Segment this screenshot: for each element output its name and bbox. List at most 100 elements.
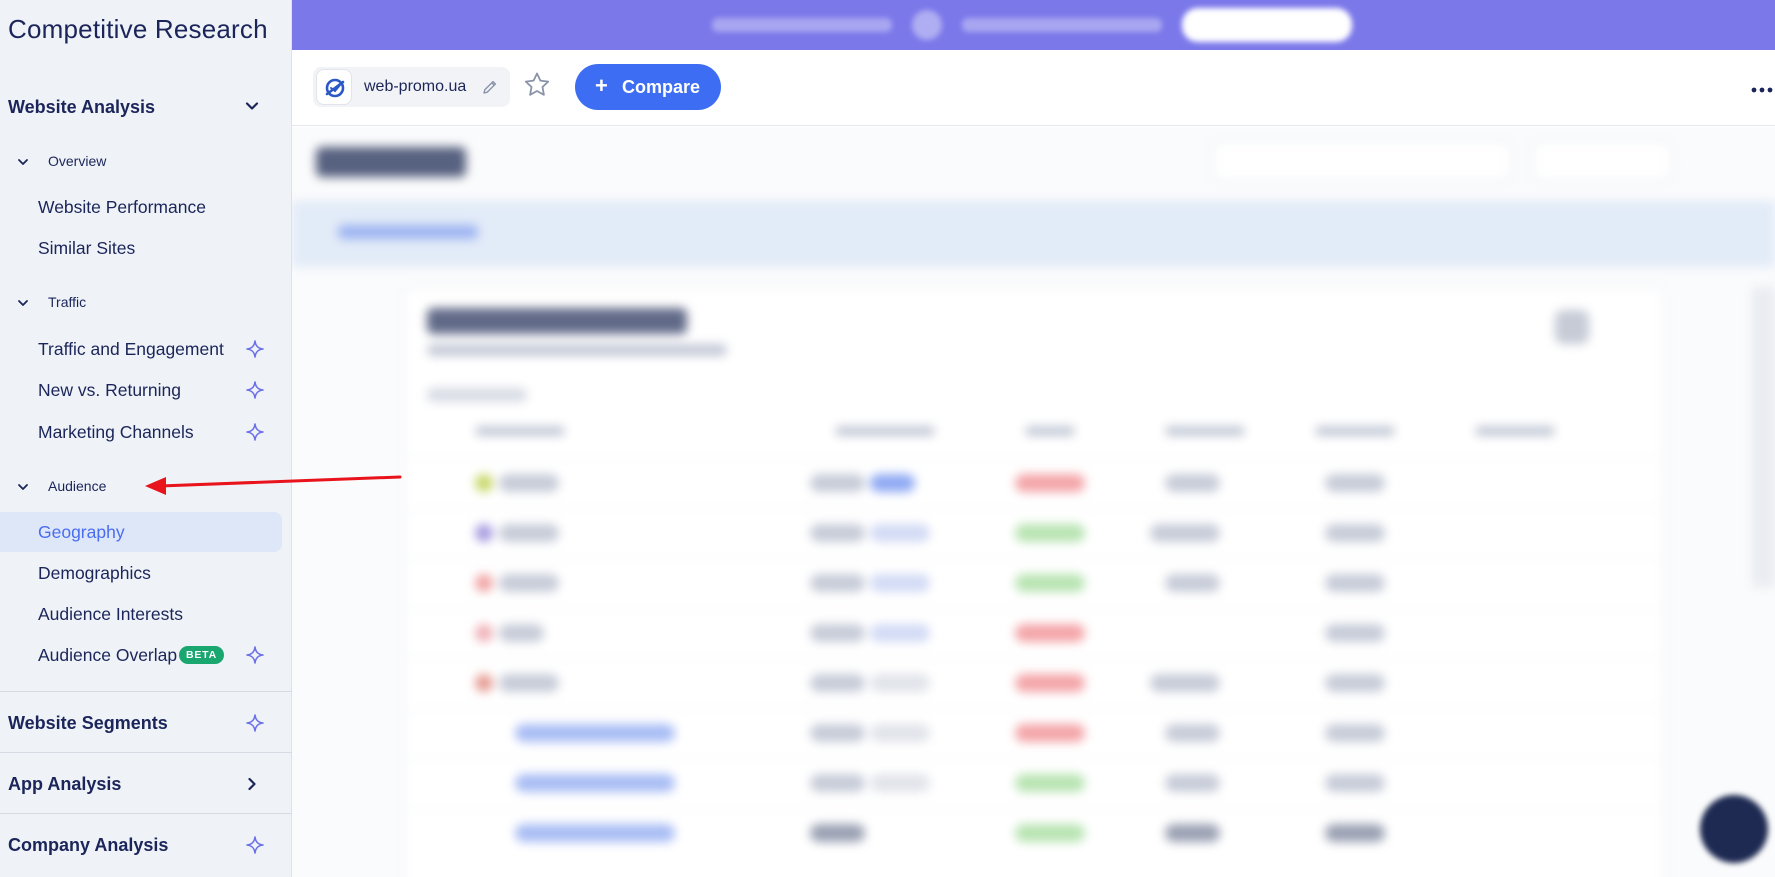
site-logo	[316, 69, 352, 105]
site-logo-icon	[325, 78, 345, 98]
sidebar-item-demographics[interactable]: Demographics	[0, 553, 282, 593]
row-value	[810, 474, 865, 492]
row-label	[499, 474, 559, 492]
row-value	[1165, 774, 1220, 792]
chevron-down-icon	[18, 159, 28, 165]
table-search[interactable]	[427, 388, 527, 402]
sidebar-item-label: New vs. Returning	[38, 380, 181, 400]
sidebar-item-new-vs-returning[interactable]: New vs. Returning	[0, 370, 282, 410]
chat-button[interactable]	[1700, 795, 1768, 863]
scrollbar[interactable]	[1752, 287, 1775, 587]
row-value	[1325, 674, 1385, 692]
sidebar-item-website-performance[interactable]: Website Performance	[0, 187, 282, 227]
row-value	[810, 724, 865, 742]
promo-button[interactable]	[1182, 8, 1352, 42]
row-value	[1325, 624, 1385, 642]
sparkle-icon	[246, 714, 264, 732]
table-row[interactable]	[405, 808, 1665, 858]
table-row[interactable]	[405, 608, 1665, 658]
row-value	[1150, 674, 1220, 692]
row-change	[1015, 724, 1085, 742]
sidebar-item-label: Audience Interests	[38, 604, 183, 624]
chevron-down-icon	[245, 102, 259, 110]
sparkle-icon	[246, 340, 264, 358]
section-company-analysis[interactable]: Company Analysis	[0, 825, 292, 863]
table-row[interactable]	[405, 758, 1665, 808]
flag-icon	[475, 674, 493, 692]
star-icon[interactable]	[522, 70, 552, 100]
group-audience[interactable]: Audience	[0, 474, 292, 500]
row-bar	[870, 724, 930, 742]
sidebar-item-similar-sites[interactable]: Similar Sites	[0, 228, 282, 268]
column-header	[1025, 426, 1075, 436]
row-bar	[870, 574, 930, 592]
promo-content	[712, 0, 1352, 50]
divider	[0, 752, 292, 753]
row-value	[810, 774, 865, 792]
row-label	[499, 524, 559, 542]
row-change	[1015, 624, 1085, 642]
header-filter-button[interactable]	[1212, 141, 1512, 181]
group-label: Traffic	[48, 294, 87, 310]
page-heading	[316, 147, 466, 177]
row-value	[810, 674, 865, 692]
row-value	[810, 524, 865, 542]
table-row[interactable]	[405, 508, 1665, 558]
info-link[interactable]	[338, 225, 478, 239]
sparkle-icon	[246, 381, 264, 399]
row-change	[1015, 574, 1085, 592]
row-link	[515, 724, 675, 742]
app-title: Competitive Research	[8, 14, 268, 44]
card-subtitle	[427, 344, 727, 356]
table-row[interactable]	[405, 658, 1665, 708]
sparkle-icon	[246, 646, 264, 664]
sidebar-item-label: Geography	[38, 522, 125, 542]
chevron-down-icon	[18, 300, 28, 306]
domain-selector[interactable]: web-promo.ua	[313, 67, 510, 107]
promo-banner	[292, 0, 1775, 50]
domain-name: web-promo.ua	[364, 78, 467, 95]
table-row[interactable]	[405, 458, 1665, 508]
sidebar-item-label: Audience Overlap	[38, 645, 178, 665]
row-value	[1165, 574, 1220, 592]
report-card	[404, 287, 1665, 877]
header-export-button[interactable]	[1532, 141, 1672, 181]
row-value	[1325, 474, 1385, 492]
row-bar	[870, 624, 930, 642]
section-website-segments[interactable]: Website Segments	[0, 703, 292, 741]
flag-icon	[475, 524, 493, 542]
section-website-analysis[interactable]: Website Analysis	[0, 88, 292, 124]
section-title: App Analysis	[8, 774, 122, 794]
row-value	[1165, 724, 1220, 742]
card-icon[interactable]	[1555, 310, 1589, 344]
group-traffic[interactable]: Traffic	[0, 290, 292, 316]
row-value	[1325, 724, 1385, 742]
promo-text	[712, 18, 892, 32]
compare-button[interactable]: + Compare	[575, 64, 721, 110]
sidebar-item-label: Marketing Channels	[38, 422, 194, 442]
column-header	[1475, 426, 1555, 436]
row-value	[1150, 524, 1220, 542]
group-label: Overview	[48, 153, 107, 169]
section-app-analysis[interactable]: App Analysis	[0, 764, 292, 802]
plus-icon: +	[595, 73, 608, 98]
sidebar-item-audience-interests[interactable]: Audience Interests	[0, 594, 282, 634]
divider	[0, 813, 292, 814]
section-title: Company Analysis	[8, 835, 169, 855]
sparkle-icon	[246, 836, 264, 854]
row-value	[1325, 774, 1385, 792]
sidebar-item-geography[interactable]: Geography	[0, 512, 282, 552]
table-row[interactable]	[405, 558, 1665, 608]
more-dots-icon[interactable]	[1751, 86, 1773, 94]
pencil-icon[interactable]	[481, 78, 499, 96]
group-overview[interactable]: Overview	[0, 149, 292, 175]
table-row[interactable]	[405, 708, 1665, 758]
sidebar-item-audience-overlap[interactable]: Audience Overlap BETA	[0, 635, 282, 675]
row-bar	[870, 524, 930, 542]
row-value	[1165, 474, 1220, 492]
sidebar-item-marketing-channels[interactable]: Marketing Channels	[0, 412, 282, 452]
blurred-report	[292, 127, 1775, 877]
chevron-down-icon	[18, 484, 28, 490]
sidebar-item-traffic-engagement[interactable]: Traffic and Engagement	[0, 329, 282, 369]
row-change	[1015, 774, 1085, 792]
